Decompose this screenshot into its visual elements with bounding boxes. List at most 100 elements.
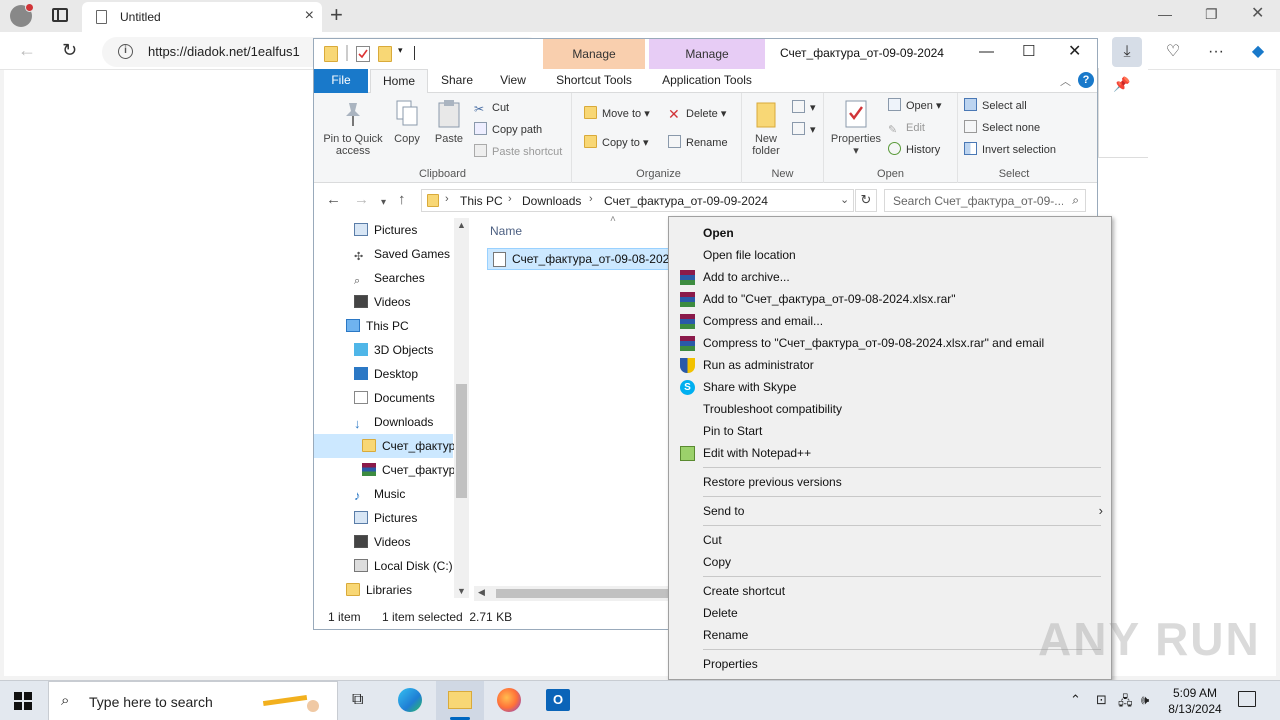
start-windows-icon[interactable]: [14, 692, 32, 710]
menu-item-add-to-rar[interactable]: Add to "Счет_фактура_от-09-08-2024.xlsx.…: [669, 288, 1111, 310]
minimize-icon[interactable]: —: [979, 43, 994, 61]
select-none-button[interactable]: Select none: [964, 119, 1040, 137]
downloads-icon[interactable]: ⤓: [1112, 37, 1142, 67]
nav-item-3d-objects[interactable]: 3D Objects: [354, 338, 469, 362]
menu-item-troubleshoot[interactable]: Troubleshoot compatibility: [669, 398, 1111, 420]
rename-button[interactable]: Rename: [668, 134, 728, 152]
info-icon[interactable]: i: [118, 44, 133, 59]
nav-item-this-pc[interactable]: This PC: [346, 314, 469, 338]
browser-minimize-icon[interactable]: —: [1158, 6, 1172, 22]
properties-qat-icon[interactable]: [356, 46, 370, 62]
copilot-icon[interactable]: ◆: [1243, 37, 1273, 67]
taskbar-search[interactable]: ⌕ Type here to search: [48, 681, 338, 720]
copy-path-button[interactable]: Copy path: [474, 121, 542, 139]
address-box[interactable]: › This PC › Downloads › Счет_фактура_от-…: [421, 189, 854, 212]
file-item[interactable]: Счет_фактура_от-09-08-2024: [487, 248, 676, 270]
new-folder-qat-icon[interactable]: [378, 46, 392, 62]
search-input[interactable]: Search Счет_фактура_от-09-... ⌕: [884, 189, 1086, 212]
tab-share[interactable]: Share: [430, 69, 484, 93]
move-to-button[interactable]: Move to ▾: [584, 105, 650, 123]
menu-item-pin-start[interactable]: Pin to Start: [669, 420, 1111, 442]
cut-button[interactable]: ✂ Cut: [474, 99, 509, 117]
maximize-icon[interactable]: ☐: [1022, 43, 1035, 61]
scroll-left-icon[interactable]: ◀: [478, 587, 485, 598]
breadcrumb-separator[interactable]: ›: [445, 193, 449, 205]
copy-button[interactable]: Copy: [390, 99, 424, 145]
menu-item-compress-email[interactable]: Compress and email...: [669, 310, 1111, 332]
recent-locations-icon[interactable]: ▾: [381, 194, 386, 212]
nav-item-downloads[interactable]: ↓ Downloads: [354, 410, 469, 434]
menu-item-edit-notepad[interactable]: Edit with Notepad++: [669, 442, 1111, 464]
nav-item-invoice-archive[interactable]: Счет_фактур: [362, 458, 469, 482]
up-arrow-icon[interactable]: ↑: [398, 191, 406, 209]
invert-selection-button[interactable]: Invert selection: [964, 141, 1056, 159]
collapse-ribbon-icon[interactable]: ︿: [1060, 73, 1071, 89]
clock[interactable]: 5:09 AM 8/13/2024: [1160, 685, 1230, 717]
nav-item-invoice-folder[interactable]: Счет_фактур: [314, 434, 455, 458]
tab-actions-icon[interactable]: [52, 8, 68, 22]
tab-view[interactable]: View: [486, 69, 540, 93]
tab-file[interactable]: File: [314, 69, 368, 93]
forward-arrow-icon[interactable]: →: [354, 191, 369, 209]
back-arrow-icon[interactable]: ←: [326, 191, 341, 209]
browser-restore-icon[interactable]: ❐: [1205, 6, 1218, 22]
nav-item-local-disk[interactable]: Local Disk (C:): [354, 554, 469, 578]
browser-tab[interactable]: Untitled ×: [82, 2, 322, 32]
help-icon[interactable]: ?: [1078, 72, 1094, 88]
new-tab-icon[interactable]: +: [330, 4, 343, 26]
edge-icon[interactable]: [386, 681, 434, 720]
pin-quick-access-button[interactable]: Pin to Quick access: [318, 99, 388, 157]
file-explorer-icon[interactable]: [436, 681, 484, 720]
refresh-icon[interactable]: ↻: [855, 189, 877, 212]
network-icon[interactable]: 🖧: [1118, 692, 1133, 714]
edit-button[interactable]: ✎ Edit: [888, 119, 925, 137]
menu-item-share-skype[interactable]: S Share with Skype: [669, 376, 1111, 398]
easy-access-button[interactable]: ▾: [792, 121, 816, 139]
firefox-icon[interactable]: [485, 681, 533, 720]
nav-item-music[interactable]: ♪ Music: [354, 482, 469, 506]
browser-essentials-icon[interactable]: ♡: [1158, 37, 1188, 67]
volume-icon[interactable]: 🕪: [1141, 692, 1149, 708]
menu-item-create-shortcut[interactable]: Create shortcut: [669, 580, 1111, 602]
tray-overflow-icon[interactable]: ⌃: [1070, 692, 1081, 708]
back-icon[interactable]: ←: [18, 40, 36, 60]
history-button[interactable]: History: [888, 141, 940, 159]
breadcrumb-separator[interactable]: ›: [589, 193, 593, 205]
menu-item-send-to[interactable]: Send to ›: [669, 500, 1111, 522]
open-button[interactable]: Open ▾: [888, 97, 942, 115]
menu-item-compress-to-rar-email[interactable]: Compress to "Счет_фактура_от-09-08-2024.…: [669, 332, 1111, 354]
nav-item-documents[interactable]: Documents: [354, 386, 469, 410]
menu-item-open-file-location[interactable]: Open file location: [669, 244, 1111, 266]
menu-item-open[interactable]: Open: [669, 222, 1111, 244]
nav-scrollbar[interactable]: ▲ ▼: [454, 218, 469, 598]
browser-close-icon[interactable]: ✕: [1251, 6, 1264, 22]
copy-to-button[interactable]: Copy to ▾: [584, 134, 649, 152]
close-icon[interactable]: ✕: [1068, 43, 1081, 61]
nav-item-saved-games[interactable]: ✣ Saved Games: [354, 242, 469, 266]
nav-item-videos-2[interactable]: Videos: [354, 530, 469, 554]
menu-item-restore-versions[interactable]: Restore previous versions: [669, 471, 1111, 493]
notifications-icon[interactable]: [1238, 691, 1256, 707]
menu-item-cut[interactable]: Cut: [669, 529, 1111, 551]
nav-item-videos[interactable]: Videos: [354, 290, 469, 314]
tab-home[interactable]: Home: [370, 69, 428, 94]
nav-item-pictures-2[interactable]: Pictures: [354, 506, 469, 530]
scroll-up-icon[interactable]: ▲: [457, 220, 466, 230]
breadcrumb-this-pc[interactable]: This PC: [460, 194, 503, 208]
paste-shortcut-button[interactable]: Paste shortcut: [474, 143, 562, 161]
breadcrumb-separator[interactable]: ›: [508, 193, 512, 205]
reload-icon[interactable]: ↻: [62, 40, 77, 60]
more-menu-icon[interactable]: ···: [1201, 37, 1231, 67]
address-dropdown-icon[interactable]: ⌄: [840, 193, 849, 206]
meet-now-icon[interactable]: ⊡: [1096, 692, 1107, 708]
breadcrumb-downloads[interactable]: Downloads: [522, 194, 581, 208]
pin-icon[interactable]: 📌: [1113, 76, 1130, 92]
tab-close-icon[interactable]: ×: [305, 8, 314, 24]
breadcrumb-current-folder[interactable]: Счет_фактура_от-09-09-2024: [604, 194, 768, 208]
task-view-icon[interactable]: ⧉: [338, 681, 386, 720]
new-folder-button[interactable]: New folder: [746, 99, 786, 157]
nav-item-pictures[interactable]: Pictures: [354, 218, 469, 242]
nav-item-desktop[interactable]: Desktop: [354, 362, 469, 386]
outlook-icon[interactable]: O: [534, 681, 582, 720]
nav-item-searches[interactable]: ⌕ Searches: [354, 266, 469, 290]
